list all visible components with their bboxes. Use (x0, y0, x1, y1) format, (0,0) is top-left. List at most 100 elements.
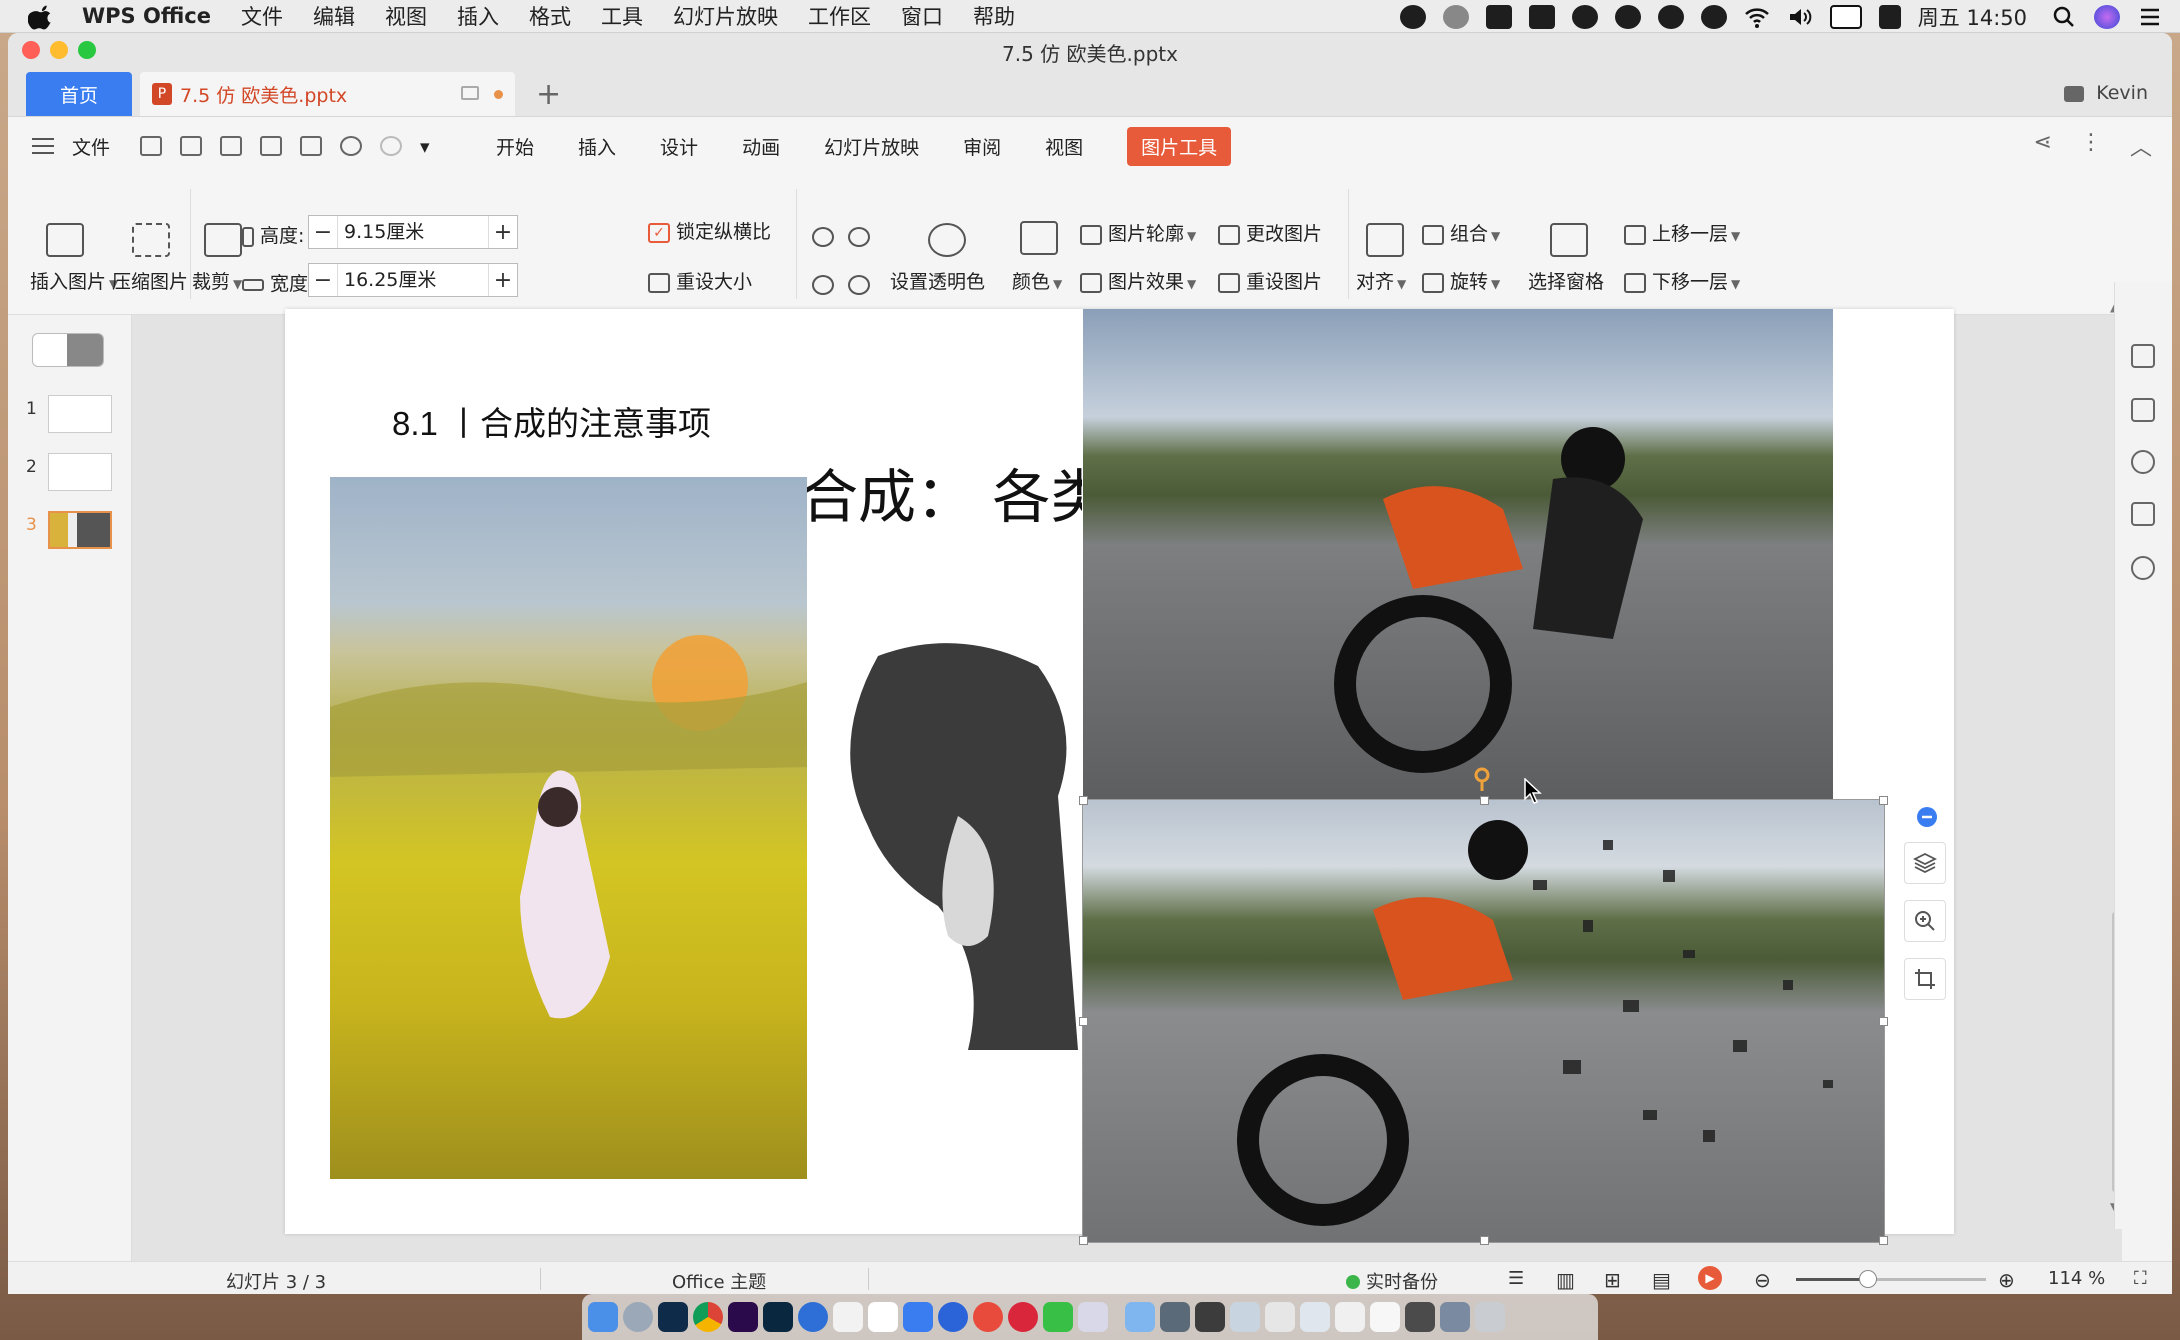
object-properties-icon[interactable] (2131, 344, 2155, 368)
record-icon[interactable] (1399, 4, 1426, 29)
photoshop-icon[interactable] (658, 1302, 688, 1332)
fit-window-icon[interactable]: ⛶ (2134, 1268, 2147, 1289)
trash-icon[interactable] (1475, 1302, 1505, 1332)
adjust-settings-icon[interactable] (2131, 502, 2155, 526)
finder-icon[interactable] (588, 1302, 618, 1332)
play-slideshow-icon[interactable]: ▶ (1698, 1266, 1722, 1290)
tab-home[interactable]: 首页 (26, 72, 132, 116)
menubar-app-name[interactable]: WPS Office (82, 4, 211, 28)
format-pane-icon[interactable] (2131, 398, 2155, 422)
set-transparent-button[interactable]: 设置透明色 (890, 267, 985, 294)
picture-effects-button[interactable]: 图片效果 ▼ (1080, 267, 1196, 294)
menubar-item-file[interactable]: 文件 (241, 1, 283, 31)
crop-shortcut-button[interactable] (1904, 958, 1946, 1000)
flip-horizontal-icon[interactable] (812, 275, 834, 295)
resize-handle[interactable] (1079, 1236, 1088, 1245)
height-field[interactable]: −9.15厘米 + (308, 215, 518, 249)
bring-forward-button[interactable]: 上移一层 ▼ (1624, 219, 1740, 246)
reset-picture-button[interactable]: 重设图片 (1218, 267, 1322, 294)
menubar-item-format[interactable]: 格式 (529, 1, 571, 31)
slide-thumbnail-selected[interactable]: 3 (8, 511, 132, 551)
double-exposure-portrait-image[interactable] (838, 636, 1082, 1050)
app-store-icon[interactable] (1078, 1302, 1108, 1332)
wps-icon[interactable] (903, 1302, 933, 1332)
folder-icon[interactable] (1125, 1302, 1155, 1332)
slide-thumbnail[interactable]: 1 (8, 395, 132, 435)
theme-name[interactable]: Office 主题 (672, 1268, 766, 1294)
insert-picture-button[interactable]: 插入图片 ▼ (30, 267, 118, 294)
recent-document-icon[interactable] (1160, 1302, 1190, 1332)
recent-document-icon[interactable] (1265, 1302, 1295, 1332)
height-increase-button[interactable]: + (489, 220, 517, 245)
reset-size-button[interactable]: 重设大小 (648, 267, 752, 294)
dispersion-motorcycle-image-selected[interactable] (1082, 799, 1885, 1243)
launchpad-icon[interactable] (623, 1302, 653, 1332)
notes-icon[interactable]: ☰ (1508, 1268, 1524, 1289)
slide-thumbnail[interactable]: 2 (8, 453, 132, 493)
netease-music-icon[interactable] (1008, 1302, 1038, 1332)
crop-button[interactable]: 裁剪 ▼ (192, 267, 242, 294)
recent-document-icon[interactable] (1195, 1302, 1225, 1332)
normal-view-icon[interactable]: ▥ (1556, 1268, 1575, 1292)
menubar-item-edit[interactable]: 编辑 (313, 1, 355, 31)
menubar-item-help[interactable]: 帮助 (973, 1, 1015, 31)
zoom-level[interactable]: 114 % (2048, 1268, 2105, 1289)
zoom-in-button[interactable] (1904, 900, 1946, 942)
realtime-backup[interactable]: 实时备份 (1346, 1268, 1438, 1294)
width-decrease-button[interactable]: − (309, 268, 337, 293)
tab-picture-tools[interactable]: 图片工具 (1127, 126, 1232, 166)
picture-outline-button[interactable]: 图片轮廓 ▼ (1080, 219, 1196, 246)
add-tab-button[interactable]: + (536, 77, 561, 112)
rotate-left-icon[interactable] (812, 227, 834, 247)
notification-center-icon[interactable] (2137, 5, 2163, 29)
menubar-item-workspace[interactable]: 工作区 (808, 1, 871, 31)
reading-view-icon[interactable]: ▤ (1652, 1268, 1671, 1292)
lightroom-icon[interactable] (763, 1302, 793, 1332)
slide-thumbnail-image[interactable] (48, 511, 112, 549)
more-options-icon[interactable]: ⋮ (2080, 130, 2102, 162)
collapse-ribbon-icon[interactable]: ︿ (2130, 130, 2152, 162)
notes-app-icon[interactable] (833, 1302, 863, 1332)
slide-sorter-icon[interactable]: ⊞ (1604, 1268, 1621, 1292)
tab-start[interactable]: 开始 (496, 133, 534, 160)
width-value[interactable]: 16.25厘米 (337, 264, 489, 296)
open-icon[interactable] (140, 136, 163, 156)
safari-icon[interactable] (938, 1302, 968, 1332)
tab-design[interactable]: 设计 (660, 133, 698, 160)
zoom-slider-knob[interactable] (1859, 1270, 1878, 1288)
compress-picture-button[interactable]: 压缩图片 (112, 267, 188, 294)
recent-document-icon[interactable] (1370, 1302, 1400, 1332)
width-field[interactable]: −16.25厘米 + (308, 263, 518, 297)
resize-handle[interactable] (1879, 796, 1888, 805)
resize-handle[interactable] (1879, 1017, 1888, 1026)
zoom-in-icon[interactable]: ⊕ (1998, 1268, 2015, 1292)
align-button[interactable]: 对齐 ▼ (1356, 267, 1406, 294)
thumbnail-view-toggle[interactable] (32, 333, 104, 367)
tab-insert[interactable]: 插入 (578, 133, 616, 160)
resize-handle[interactable] (1079, 796, 1088, 805)
hamburger-menu-icon[interactable] (32, 138, 54, 154)
lock-aspect-checkbox[interactable]: ✓ 锁定纵横比 (648, 217, 771, 244)
zoom-out-icon[interactable]: ⊖ (1754, 1268, 1771, 1292)
thumbnail-view-icon[interactable] (67, 334, 103, 366)
tab-slideshow[interactable]: 幻灯片放映 (824, 133, 919, 160)
group-button[interactable]: 组合 ▼ (1422, 219, 1500, 246)
user-account[interactable]: Kevin (2064, 82, 2148, 104)
wifi-icon[interactable] (1744, 5, 1770, 29)
selection-pane-button[interactable]: 选择窗格 (1528, 267, 1604, 294)
slide-thumbnail-image[interactable] (48, 453, 112, 491)
battery-icon[interactable] (1829, 4, 1862, 29)
resize-handle[interactable] (1480, 1236, 1489, 1245)
recent-document-icon[interactable] (1230, 1302, 1260, 1332)
menubar-item-slideshow[interactable]: 幻灯片放映 (673, 1, 778, 31)
resize-handle[interactable] (1079, 1017, 1088, 1026)
tab-view[interactable]: 视图 (1045, 133, 1083, 160)
change-picture-button[interactable]: 更改图片 (1218, 219, 1322, 246)
baidu-netdisk-icon[interactable] (868, 1302, 898, 1332)
minus-circle-icon[interactable] (1916, 806, 1938, 828)
layers-button[interactable] (1904, 842, 1946, 884)
redo-icon[interactable] (380, 136, 403, 156)
tab-document[interactable]: P 7.5 仿 欧美色.pptx (140, 72, 515, 116)
customize-dropdown-icon[interactable]: ▾ (420, 136, 434, 158)
print-preview-icon[interactable] (300, 136, 323, 156)
